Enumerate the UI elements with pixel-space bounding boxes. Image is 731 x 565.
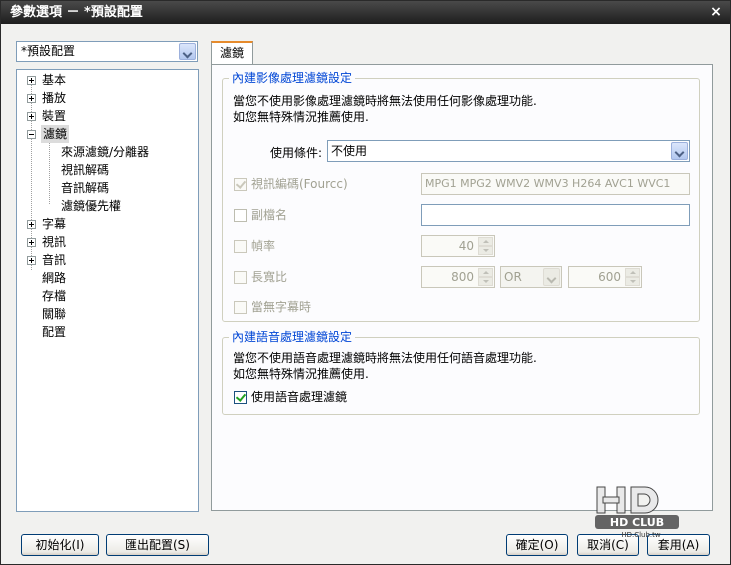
spinner-arrows[interactable] <box>625 268 640 286</box>
initialize-button[interactable]: 初始化(I) <box>21 534 99 556</box>
tree-item-save[interactable]: 存檔 <box>42 287 66 305</box>
ok-button[interactable]: 確定(O) <box>506 534 568 556</box>
extension-input[interactable] <box>421 204 690 226</box>
video-filter-group: 內建影像處理濾鏡設定 當您不使用影像處理濾鏡時將無法使用任何影像處理功能. 如您… <box>222 70 700 322</box>
video-desc-line1: 當您不使用影像處理濾鏡時將無法使用任何影像處理功能. <box>233 94 537 108</box>
spin-down-icon[interactable] <box>625 277 640 286</box>
tree-item-basic[interactable]: 基本 <box>17 71 197 89</box>
tree-item-label: 字幕 <box>42 217 67 231</box>
spin-down-icon[interactable] <box>478 246 493 255</box>
collapse-minus-icon[interactable] <box>27 130 36 139</box>
group-title: 內建語音處理濾鏡設定 <box>229 329 356 345</box>
expand-plus-icon[interactable] <box>27 238 36 247</box>
tree-item-label: 存檔 <box>42 289 67 303</box>
tree-item-label: 音訊解碼 <box>61 181 110 195</box>
tree-item-video-decoder[interactable]: 視訊解碼 <box>61 161 109 179</box>
condition-select-value: 不使用 <box>331 144 368 158</box>
tree-item-label: 濾鏡優先權 <box>61 199 122 213</box>
codec-input[interactable]: MPG1 MPG2 WMV2 WMV3 H264 AVC1 WVC1 <box>421 173 690 195</box>
audio-desc-line1: 當您不使用語音處理濾鏡時將無法使用任何語音處理功能. <box>233 351 537 365</box>
tree-item-label: 視訊解碼 <box>61 163 110 177</box>
tree-item-associations[interactable]: 關聯 <box>42 305 66 323</box>
framerate-label: 幀率 <box>251 239 276 253</box>
tree-item-device[interactable]: 裝置 <box>17 107 197 125</box>
tree-item-network[interactable]: 網路 <box>42 269 66 287</box>
extension-checkbox[interactable] <box>234 209 247 222</box>
framerate-value: 40 <box>458 239 474 253</box>
no-subtitle-label: 當無字幕時 <box>251 300 312 314</box>
preset-select-value: *預設配置 <box>21 44 76 58</box>
spinner-arrows[interactable] <box>478 268 493 286</box>
tree-item-label: 來源濾鏡/分離器 <box>61 145 150 159</box>
tree-item-label: 音訊 <box>42 253 67 267</box>
tree-item-label: 視訊 <box>42 235 67 249</box>
group-title: 內建影像處理濾鏡設定 <box>229 70 356 86</box>
tab-filters[interactable]: 濾鏡 <box>211 41 253 65</box>
aspect-label: 長寬比 <box>251 270 288 284</box>
audio-filter-label: 使用語音處理濾鏡 <box>251 390 348 404</box>
expand-plus-icon[interactable] <box>27 76 36 85</box>
watermark-text: HD CLUB <box>610 516 664 529</box>
tree-item-label: 基本 <box>42 73 67 87</box>
aspect-checkbox[interactable] <box>234 271 247 284</box>
aspect-height-value: 600 <box>598 270 621 284</box>
codec-checkbox[interactable] <box>234 178 247 191</box>
tree-item-label: 濾鏡 <box>41 125 70 143</box>
spin-up-icon[interactable] <box>478 268 493 277</box>
aspect-width-value: 800 <box>451 270 474 284</box>
tree-item-label: 關聯 <box>42 307 67 321</box>
tree-item-label: 裝置 <box>42 109 67 123</box>
preferences-window: 參數選項 － *預設配置 × *預設配置 基本 播放 裝置 濾鏡 來源濾鏡/分離… <box>0 0 731 565</box>
spinner-arrows[interactable] <box>478 237 493 255</box>
chevron-down-icon[interactable] <box>543 268 560 286</box>
chevron-down-icon[interactable] <box>671 142 688 160</box>
category-tree[interactable]: 基本 播放 裝置 濾鏡 來源濾鏡/分離器 視訊解碼 音訊解碼 濾鏡優先權 字幕 <box>16 69 199 512</box>
tree-item-profiles[interactable]: 配置 <box>42 323 66 341</box>
expand-plus-icon[interactable] <box>27 94 36 103</box>
extension-label: 副檔名 <box>251 208 288 222</box>
tree-item-audio-decoder[interactable]: 音訊解碼 <box>61 179 109 197</box>
filters-panel: 內建影像處理濾鏡設定 當您不使用影像處理濾鏡時將無法使用任何影像處理功能. 如您… <box>211 64 713 511</box>
audio-filter-checkbox[interactable] <box>234 391 247 404</box>
video-desc-line2: 如您無特殊情況推薦使用. <box>233 110 369 124</box>
close-icon[interactable]: × <box>708 1 724 24</box>
framerate-spinner[interactable]: 40 <box>421 235 495 257</box>
preset-select[interactable]: *預設配置 <box>16 41 198 62</box>
spin-up-icon[interactable] <box>478 237 493 246</box>
tree-connector-line <box>49 142 50 204</box>
aspect-operator-select[interactable]: OR <box>500 266 562 288</box>
aspect-width-spinner[interactable]: 800 <box>421 266 495 288</box>
condition-select[interactable]: 不使用 <box>327 140 690 162</box>
expand-plus-icon[interactable] <box>27 112 36 121</box>
export-config-button[interactable]: 匯出配置(S) <box>106 534 209 556</box>
spin-up-icon[interactable] <box>625 268 640 277</box>
audio-filter-group: 內建語音處理濾鏡設定 當您不使用語音處理濾鏡時將無法使用任何語音處理功能. 如您… <box>222 329 700 415</box>
tree-item-filters[interactable]: 濾鏡 <box>17 125 197 143</box>
hdclub-watermark-logo: HD CLUB HD.Club.tw <box>595 486 679 539</box>
window-title: 參數選項 － *預設配置 <box>10 5 143 20</box>
expand-plus-icon[interactable] <box>27 256 36 265</box>
framerate-checkbox[interactable] <box>234 240 247 253</box>
tree-item-audio[interactable]: 音訊 <box>17 251 197 269</box>
expand-plus-icon[interactable] <box>27 220 36 229</box>
tree-item-source-filters[interactable]: 來源濾鏡/分離器 <box>61 143 149 161</box>
audio-desc-line2: 如您無特殊情況推薦使用. <box>233 367 369 381</box>
condition-label: 使用條件: <box>270 146 323 160</box>
watermark-url: HD.Club.tw <box>621 531 661 539</box>
aspect-height-spinner[interactable]: 600 <box>568 266 642 288</box>
title-bar[interactable]: 參數選項 － *預設配置 × <box>1 1 730 24</box>
tab-label: 濾鏡 <box>219 46 244 60</box>
tree-item-video[interactable]: 視訊 <box>17 233 197 251</box>
tree-item-subtitles[interactable]: 字幕 <box>17 215 197 233</box>
tree-item-filter-priority[interactable]: 濾鏡優先權 <box>61 197 121 215</box>
no-subtitle-checkbox[interactable] <box>234 301 247 314</box>
codec-label: 視訊編碼(Fourcc) <box>251 177 348 191</box>
spin-down-icon[interactable] <box>478 277 493 286</box>
tree-item-label: 播放 <box>42 91 67 105</box>
tree-item-playback[interactable]: 播放 <box>17 89 197 107</box>
aspect-operator-value: OR <box>504 270 522 284</box>
tree-item-label: 網路 <box>42 271 67 285</box>
chevron-down-icon[interactable] <box>179 43 196 60</box>
tree-item-label: 配置 <box>42 325 67 339</box>
